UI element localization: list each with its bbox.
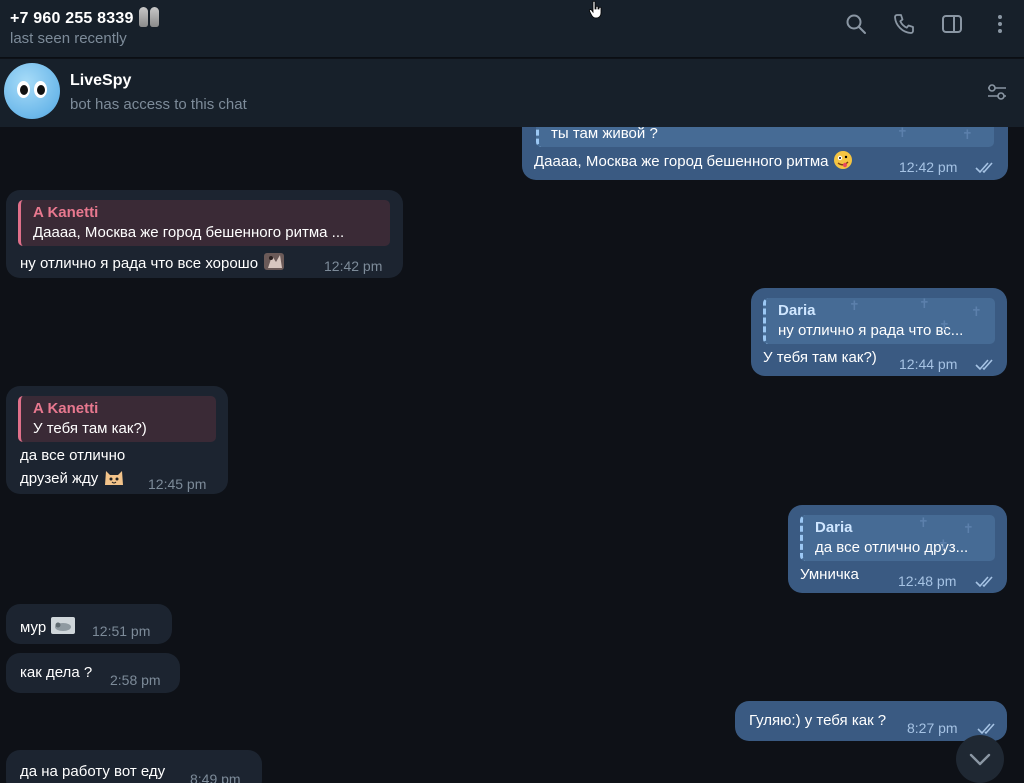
message-time: 8:49 pm <box>190 771 241 783</box>
message-time: 2:58 pm <box>110 672 161 688</box>
message-text: как дела ? <box>20 664 93 681</box>
cross-pattern-icon: ✝ <box>919 296 930 311</box>
chevron-down-icon <box>969 753 991 766</box>
bot-subtitle: bot has access to this chat <box>70 96 247 113</box>
message-list[interactable]: ты там живой ? ✝ ✝ ✝ Даааа, Москва же го… <box>0 127 1024 783</box>
read-checks-icon <box>975 576 993 588</box>
cross-pattern-icon: ✝ <box>971 304 982 319</box>
cross-pattern-icon: ✝ <box>897 127 908 140</box>
message-text: Умничка <box>800 566 859 583</box>
reply-quote-text: да все отлично друз... <box>815 539 969 556</box>
bot-access-bar[interactable]: LiveSpy bot has access to this chat <box>0 59 1024 127</box>
cross-pattern-icon: ✝ <box>938 537 949 552</box>
sticker-emoji <box>264 253 285 270</box>
message-bubble-incoming[interactable]: как дела ? 2:58 pm <box>6 653 180 693</box>
chat-header: +7 960 255 8339 last seen recently <box>0 0 1024 58</box>
message-bubble-incoming[interactable]: A Kanetti У тебя там как?) да все отличн… <box>6 386 228 494</box>
bone-legs-emoji <box>136 5 162 29</box>
message-text: да все отлично <box>20 447 126 464</box>
cross-pattern-icon: ✝ <box>918 515 929 530</box>
settings-sliders-icon[interactable] <box>986 81 1008 103</box>
cross-pattern-icon: ✝ <box>963 521 974 536</box>
message-text: друзей жду <box>20 467 126 489</box>
message-bubble-incoming[interactable]: мур 12:51 pm <box>6 604 172 644</box>
search-icon[interactable] <box>844 12 868 36</box>
message-text: мур <box>20 614 76 638</box>
contact-name[interactable]: +7 960 255 8339 <box>10 5 162 29</box>
cross-pattern-icon: ✝ <box>939 318 950 333</box>
read-checks-icon <box>977 723 995 735</box>
reply-quote-text: ты там живой ? <box>551 127 658 142</box>
reply-quote-text: У тебя там как?) <box>33 420 147 437</box>
message-bubble-incoming[interactable]: A Kanetti Даааа, Москва же город бешенно… <box>6 190 403 278</box>
message-bubble-outgoing[interactable]: ты там живой ? ✝ ✝ ✝ Даааа, Москва же го… <box>522 127 1008 180</box>
sidebar-toggle-icon[interactable] <box>940 12 964 36</box>
read-checks-icon <box>975 162 993 174</box>
message-text: да на работу вот еду <box>20 763 166 780</box>
phone-icon[interactable] <box>892 12 916 36</box>
reply-quote[interactable]: A Kanetti У тебя там как?) <box>18 396 216 442</box>
cross-pattern-icon: ✝ <box>934 127 945 133</box>
scroll-down-button[interactable] <box>956 735 1004 783</box>
cat-emoji <box>105 471 124 485</box>
bot-name: LiveSpy <box>70 72 132 89</box>
reply-author: Daria <box>778 302 816 319</box>
bot-eye-icon <box>17 81 30 98</box>
cat-photo-emoji <box>51 617 76 634</box>
cross-pattern-icon: ✝ <box>849 298 860 313</box>
message-bubble-incoming[interactable]: да на работу вот еду 8:49 pm <box>6 750 262 783</box>
reply-quote[interactable]: Daria ну отлично я рада что вс... <box>763 298 995 344</box>
zany-face-emoji <box>833 151 852 169</box>
reply-quote-text: Даааа, Москва же город бешенного ритма .… <box>33 224 345 241</box>
message-time: 12:42 pm <box>324 258 383 274</box>
reply-quote[interactable]: ты там живой ? <box>536 127 994 147</box>
reply-quote[interactable]: A Kanetti Даааа, Москва же город бешенно… <box>18 200 390 246</box>
message-time: 12:44 pm <box>899 356 958 372</box>
message-time: 8:27 pm <box>907 720 958 736</box>
more-vertical-icon[interactable] <box>988 12 1012 36</box>
reply-quote-text: ну отлично я рада что вс... <box>778 322 964 339</box>
message-text: Гуляю:) у тебя как ? <box>749 712 887 729</box>
contact-name-text[interactable]: +7 960 255 8339 <box>10 10 134 27</box>
message-time: 12:51 pm <box>92 623 151 639</box>
read-checks-icon <box>975 359 993 371</box>
message-text: У тебя там как?) <box>763 349 877 366</box>
cross-pattern-icon: ✝ <box>962 127 973 142</box>
reply-author: A Kanetti <box>33 400 99 417</box>
message-time: 12:48 pm <box>898 573 957 589</box>
message-time: 12:45 pm <box>148 476 207 492</box>
reply-author: A Kanetti <box>33 204 99 221</box>
contact-status: last seen recently <box>10 30 127 47</box>
message-time: 12:42 pm <box>899 159 958 175</box>
message-bubble-outgoing[interactable]: Daria да все отлично друз... ✝ ✝ ✝ Умнич… <box>788 505 1007 593</box>
bot-eye-icon <box>34 81 47 98</box>
message-bubble-outgoing[interactable]: Daria ну отлично я рада что вс... ✝ ✝ ✝ … <box>751 288 1007 376</box>
hand-cursor-icon <box>589 0 602 19</box>
header-actions <box>844 12 1012 36</box>
message-text: Даааа, Москва же город бешенного ритма <box>534 150 853 172</box>
reply-author: Daria <box>815 519 853 536</box>
message-text: ну отлично я рада что все хорошо <box>20 250 286 274</box>
bot-avatar <box>4 63 60 119</box>
